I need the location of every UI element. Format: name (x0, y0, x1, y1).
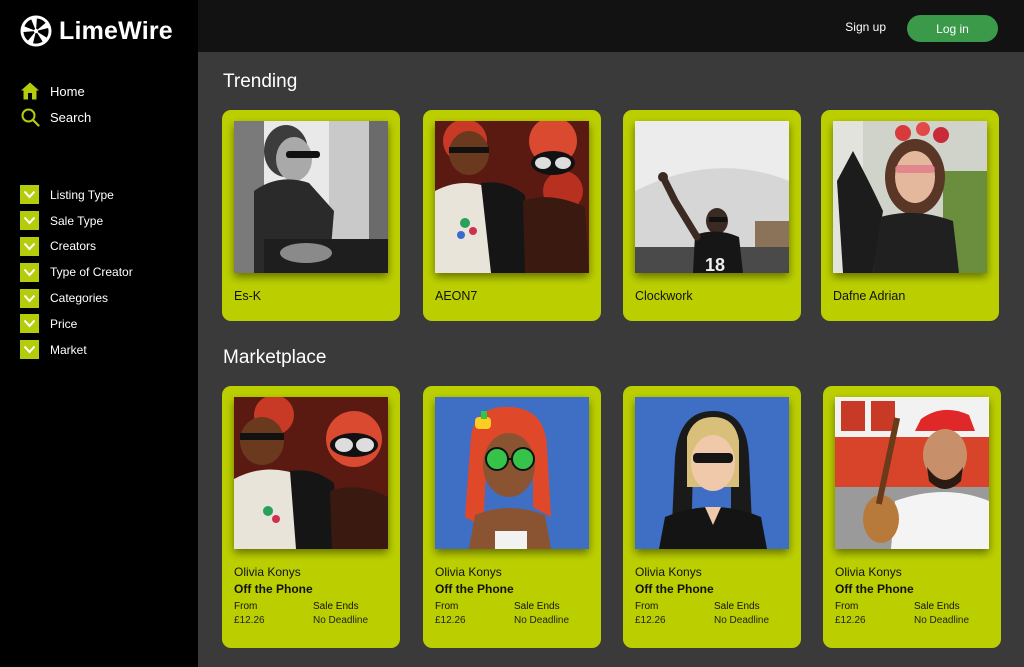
brand-logo[interactable]: LimeWire (20, 15, 173, 47)
nav-item-search[interactable]: Search (20, 104, 91, 130)
chevron-down-icon (20, 185, 39, 205)
creator-name: Olivia Konys (234, 565, 301, 579)
signup-link[interactable]: Sign up (845, 20, 886, 34)
sale-ends-value: No Deadline (714, 615, 770, 626)
filter-label: Sale Type (50, 213, 104, 228)
nav-item-label: Home (50, 83, 85, 99)
creator-name: Olivia Konys (435, 565, 502, 579)
filter-label: Creators (50, 239, 97, 254)
artist-image (234, 121, 388, 273)
sale-ends-value: No Deadline (514, 615, 570, 626)
marketplace-card-1[interactable]: Olivia Konys Off the Phone From £12.26 S… (222, 386, 400, 648)
sale-ends-label: Sale Ends (514, 601, 560, 612)
filter-price[interactable]: Price (20, 311, 133, 337)
creator-name: Olivia Konys (635, 565, 702, 579)
trending-card-es-k[interactable]: Es-K (222, 110, 400, 321)
trending-card-dafne-adrian[interactable]: Dafne Adrian (821, 110, 999, 321)
login-button[interactable]: Log in (907, 15, 998, 42)
marketplace-heading: Marketplace (223, 347, 327, 368)
chevron-down-icon (20, 314, 39, 334)
price-value: £12.26 (635, 615, 666, 626)
nft-title: Off the Phone (435, 582, 514, 596)
filter-label: Price (50, 316, 78, 331)
nft-title: Off the Phone (835, 582, 914, 596)
filter-label: Market (50, 342, 87, 357)
sale-ends-label: Sale Ends (714, 601, 760, 612)
marketplace-card-2[interactable]: Olivia Konys Off the Phone From £12.26 S… (423, 386, 601, 648)
price-label: From (835, 601, 859, 612)
nft-image (234, 397, 388, 549)
trending-heading: Trending (223, 71, 298, 92)
price-label: From (234, 601, 258, 612)
filter-type-of-creator[interactable]: Type of Creator (20, 259, 133, 285)
nft-title: Off the Phone (635, 582, 714, 596)
price-label: From (635, 601, 659, 612)
chevron-down-icon (20, 340, 39, 360)
svg-text:18: 18 (705, 255, 725, 273)
price-value: £12.26 (435, 615, 466, 626)
filter-label: Type of Creator (50, 265, 133, 280)
filter-categories[interactable]: Categories (20, 285, 133, 311)
brand-name: LimeWire (59, 16, 173, 45)
sale-ends-value: No Deadline (914, 615, 970, 626)
home-icon (21, 82, 39, 100)
trending-card-clockwork[interactable]: 18 Clockwork (623, 110, 801, 321)
chevron-down-icon (20, 236, 39, 256)
filter-list: Listing Type Sale Type Creators Type of … (20, 182, 133, 363)
filter-listing-type[interactable]: Listing Type (20, 182, 133, 208)
nav-item-home[interactable]: Home (20, 78, 91, 104)
lime-slice-icon (20, 15, 52, 47)
artist-name: Clockwork (635, 289, 693, 303)
nft-image (435, 397, 589, 549)
artist-name: AEON7 (435, 289, 478, 303)
nft-title: Off the Phone (234, 582, 313, 596)
top-bar: Sign up Log in (198, 0, 1024, 52)
creator-name: Olivia Konys (835, 565, 902, 579)
artist-image: 18 (635, 121, 789, 273)
chevron-down-icon (20, 211, 39, 231)
nav-item-label: Search (50, 109, 92, 125)
artist-name: Es-K (234, 289, 262, 303)
artist-name: Dafne Adrian (833, 289, 906, 303)
search-icon (21, 108, 40, 127)
sidebar: LimeWire Home Search Listing Type Sale T… (0, 0, 198, 667)
marketplace-card-4[interactable]: Olivia Konys Off the Phone From £12.26 S… (823, 386, 1001, 648)
filter-sale-type[interactable]: Sale Type (20, 208, 133, 234)
artist-image (833, 121, 987, 273)
price-value: £12.26 (234, 615, 265, 626)
filter-label: Listing Type (50, 187, 114, 202)
sale-ends-label: Sale Ends (313, 601, 359, 612)
sale-ends-value: No Deadline (313, 615, 369, 626)
chevron-down-icon (20, 262, 39, 282)
filter-market[interactable]: Market (20, 337, 133, 363)
nft-image (835, 397, 989, 549)
marketplace-card-3[interactable]: Olivia Konys Off the Phone From £12.26 S… (623, 386, 801, 648)
main-nav: Home Search (20, 78, 91, 130)
trending-card-aeon7[interactable]: AEON7 (423, 110, 601, 321)
nft-image (635, 397, 789, 549)
chevron-down-icon (20, 288, 39, 308)
artist-image (435, 121, 589, 273)
price-value: £12.26 (835, 615, 866, 626)
filter-creators[interactable]: Creators (20, 234, 133, 260)
price-label: From (435, 601, 459, 612)
filter-label: Categories (50, 291, 109, 306)
sale-ends-label: Sale Ends (914, 601, 960, 612)
